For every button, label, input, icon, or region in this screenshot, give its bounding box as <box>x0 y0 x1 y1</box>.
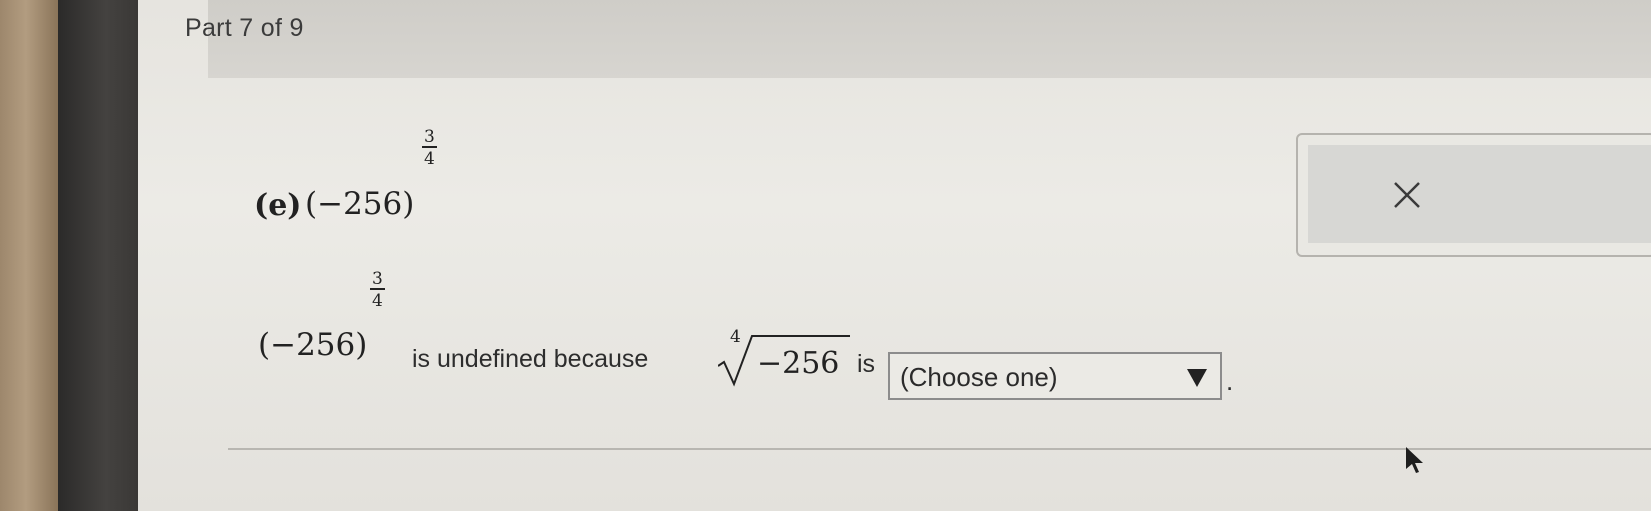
answer-base: (−256) <box>258 327 368 363</box>
question-base: (−256) <box>305 186 415 222</box>
question-label: (e) <box>254 188 302 223</box>
is-text: is <box>857 350 876 378</box>
desk-background <box>0 0 58 511</box>
clear-answer-button[interactable] <box>1308 145 1651 243</box>
exponent-denominator: 4 <box>424 149 435 169</box>
exponent-numerator: 3 <box>422 127 437 148</box>
triangle-down-icon <box>1187 369 1207 387</box>
close-x-icon <box>1394 182 1420 208</box>
answer-exponent-denominator: 4 <box>372 291 383 311</box>
question-exponent: 3 4 <box>422 128 437 168</box>
choose-one-dropdown[interactable]: (Choose one) <box>888 352 1222 400</box>
answer-exponent: 3 4 <box>370 270 385 310</box>
answer-exponent-numerator: 3 <box>370 269 385 290</box>
part-header <box>208 0 1651 78</box>
dropdown-selected-value: (Choose one) <box>900 362 1058 392</box>
sentence-period: . <box>1226 366 1234 396</box>
monitor-bezel <box>58 0 138 511</box>
part-title: Part 7 of 9 <box>185 14 304 42</box>
radicand: −256 <box>757 346 840 381</box>
because-text: is undefined because <box>412 345 649 373</box>
mouse-pointer-icon <box>1406 447 1423 473</box>
